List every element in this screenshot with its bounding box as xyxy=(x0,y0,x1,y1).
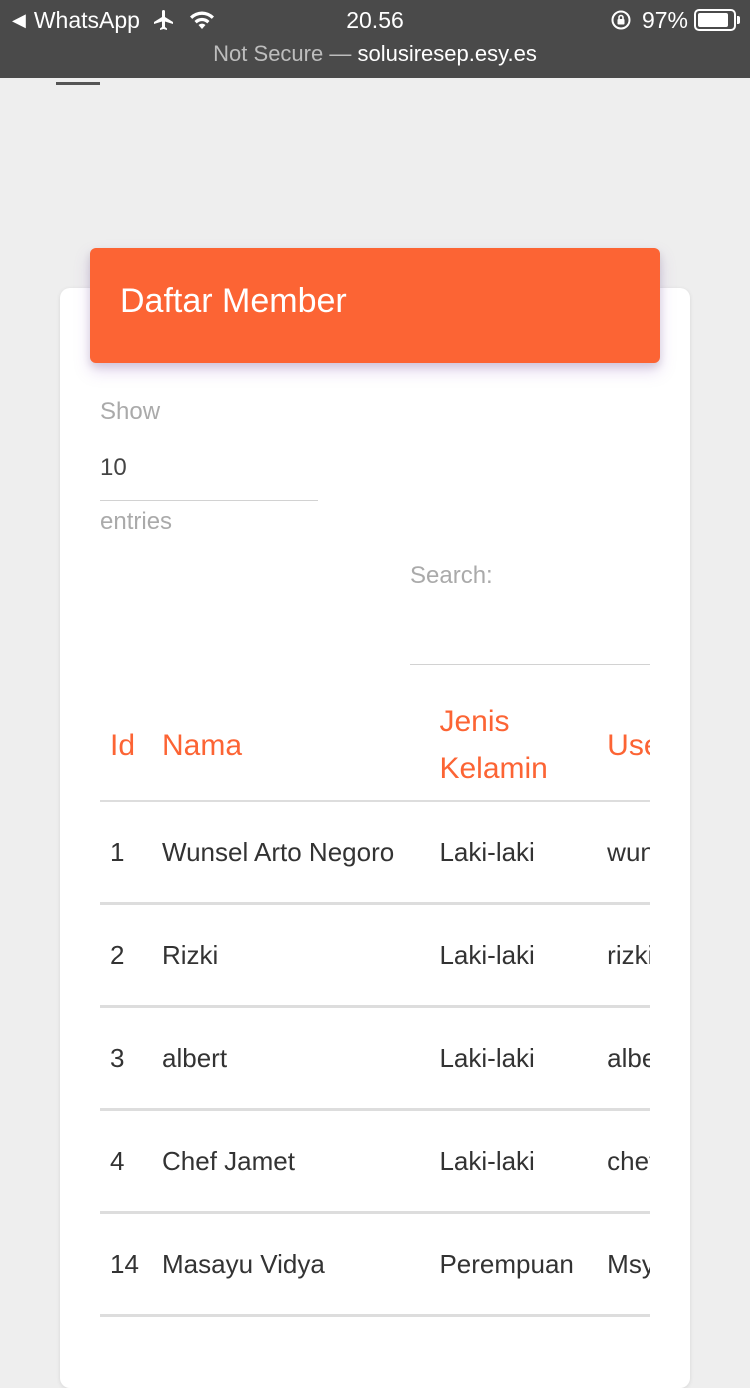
cell-username: wunsel xyxy=(607,801,650,905)
member-table-container[interactable]: Id Nama Jenis Kelamin Username 1 Wunsel … xyxy=(100,690,650,1334)
url-domain: solusiresep.esy.es xyxy=(357,41,537,66)
table-header-row: Id Nama Jenis Kelamin Username xyxy=(100,690,650,802)
cell-username: Msy xyxy=(607,1212,650,1317)
cell-id: 3 xyxy=(100,1006,162,1111)
battery-icon xyxy=(694,9,740,31)
search-input[interactable] xyxy=(410,612,650,665)
table-row: 3 albert Laki-laki albert xyxy=(100,1006,650,1111)
cell-nama: Chef Jamet xyxy=(162,1109,440,1214)
cell-username: albert xyxy=(607,1006,650,1111)
rotation-lock-icon xyxy=(610,9,632,31)
cell-username: chef xyxy=(607,1109,650,1214)
cell-id: 4 xyxy=(100,1109,162,1214)
entries-label: entries xyxy=(100,508,173,535)
cell-jenis-kelamin: Laki-laki xyxy=(439,1109,608,1214)
cell-id: 2 xyxy=(100,903,162,1008)
cell-nama: Rizki xyxy=(162,903,440,1008)
entries-per-page-select[interactable]: 10 xyxy=(100,450,318,501)
address-bar[interactable]: Not Secure — solusiresep.esy.es xyxy=(0,40,750,68)
table-row: 14 Masayu Vidya Perempuan Msy xyxy=(100,1212,650,1317)
column-header-jenis-kelamin[interactable]: Jenis Kelamin xyxy=(439,690,608,802)
status-bar: ◀ WhatsApp 20.56 97% Not Secure — solusi… xyxy=(0,0,750,78)
cell-username: rizki xyxy=(607,903,650,1008)
card-header: Daftar Member xyxy=(90,248,660,363)
cell-id: 14 xyxy=(100,1212,162,1317)
column-header-nama[interactable]: Nama xyxy=(162,690,440,802)
table-row: 4 Chef Jamet Laki-laki chef xyxy=(100,1109,650,1214)
battery-percent: 97% xyxy=(641,6,688,33)
menu-toggle-icon[interactable] xyxy=(56,82,100,85)
card-title: Daftar Member xyxy=(120,282,347,320)
cell-jenis-kelamin: Laki-laki xyxy=(439,801,608,905)
column-header-id[interactable]: Id xyxy=(100,690,162,802)
table-row: 1 Wunsel Arto Negoro Laki-laki wunsel xyxy=(100,801,650,905)
cell-nama: Masayu Vidya xyxy=(162,1212,440,1317)
cell-id: 1 xyxy=(100,801,162,905)
battery-status: 97% xyxy=(610,4,740,36)
url-separator: — xyxy=(329,41,352,66)
cell-jenis-kelamin: Laki-laki xyxy=(439,1006,608,1111)
security-status: Not Secure xyxy=(213,41,324,66)
table-row: 2 Rizki Laki-laki rizki xyxy=(100,903,650,1008)
member-table: Id Nama Jenis Kelamin Username 1 Wunsel … xyxy=(100,690,650,1317)
cell-nama: Wunsel Arto Negoro xyxy=(162,801,440,905)
cell-jenis-kelamin: Laki-laki xyxy=(439,903,608,1008)
column-header-username[interactable]: Username xyxy=(607,690,650,802)
cell-jenis-kelamin: Perempuan xyxy=(439,1212,608,1317)
cell-nama: albert xyxy=(162,1006,440,1111)
show-label: Show xyxy=(100,398,161,425)
search-label: Search: xyxy=(410,562,493,589)
